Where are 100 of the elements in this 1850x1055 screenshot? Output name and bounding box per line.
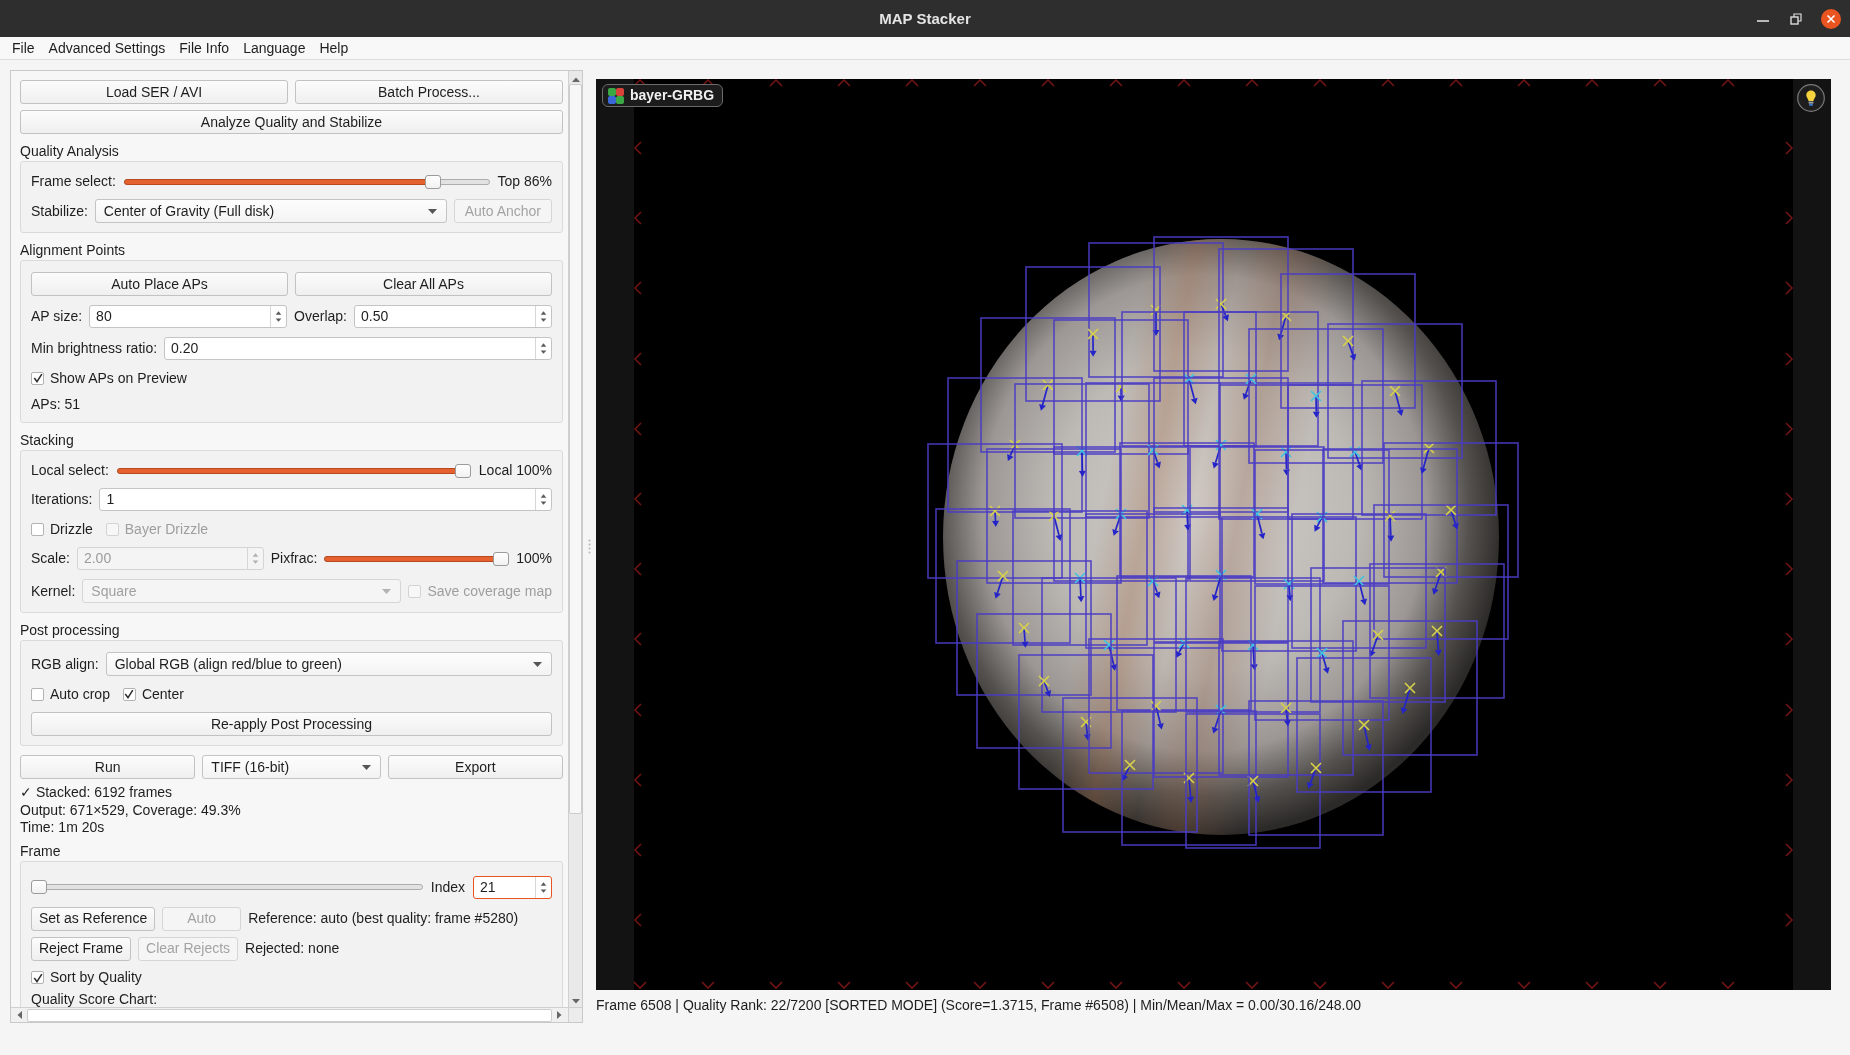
reapply-button[interactable]: Re-apply Post Processing xyxy=(31,712,552,736)
rgb-align-dropdown[interactable]: Global RGB (align red/blue to green) xyxy=(105,652,552,676)
alignment-action-button[interactable]: Auto Place APs xyxy=(31,272,288,296)
restore-icon[interactable] xyxy=(1790,12,1802,25)
frame-select-value: Top 86% xyxy=(497,173,552,190)
set-reference-button[interactable]: Set as Reference xyxy=(31,906,156,931)
vertical-scrollbar[interactable] xyxy=(568,71,582,1007)
edge-chevron-icon xyxy=(633,981,647,990)
edge-chevron-icon xyxy=(1109,981,1123,990)
edge-chevron-icon xyxy=(633,281,642,295)
pattern-label: bayer-GRBG xyxy=(630,87,715,104)
menu-item[interactable]: File Info xyxy=(172,37,237,59)
checkmark-icon xyxy=(32,373,43,383)
iterations-field[interactable]: 1 xyxy=(99,488,552,511)
rgb-align-label: RGB align: xyxy=(31,655,99,673)
index-label: Index xyxy=(430,878,465,896)
alignment-action-button[interactable]: Clear All APs xyxy=(295,272,552,296)
min-brightness-field[interactable]: 0.20 xyxy=(164,337,552,360)
stabilize-label: Stabilize: xyxy=(31,202,88,220)
minimize-icon[interactable] xyxy=(1757,18,1769,23)
index-field[interactable]: 21 xyxy=(473,875,552,899)
edge-chevron-icon xyxy=(1785,913,1794,927)
scroll-down-icon[interactable] xyxy=(570,998,581,1005)
edge-chevron-icon xyxy=(1585,79,1599,87)
edge-chevron-icon xyxy=(1381,79,1395,87)
edge-chevron-icon xyxy=(1721,981,1735,990)
checkmark-icon xyxy=(124,689,135,699)
edge-chevron-icon xyxy=(633,843,642,857)
edge-chevron-icon xyxy=(973,79,987,87)
load-file-button[interactable]: Load SER / AVI xyxy=(20,80,288,104)
lightbulb-icon[interactable] xyxy=(1797,84,1825,112)
format-dropdown[interactable]: TIFF (16-bit) xyxy=(202,755,381,779)
edge-chevron-icon xyxy=(1313,981,1327,990)
rejected-info-text: Rejected: none xyxy=(245,940,340,957)
edge-chevron-icon xyxy=(1785,773,1794,787)
menu-item[interactable]: Advanced Settings xyxy=(41,37,173,59)
show-aps-checkbox[interactable] xyxy=(31,371,44,385)
analyze-button[interactable]: Analyze Quality and Stabilize xyxy=(20,110,563,134)
edge-chevron-icon xyxy=(1785,211,1794,225)
frame-select-slider[interactable] xyxy=(123,173,490,190)
edge-chevron-icon xyxy=(633,492,642,506)
close-icon[interactable] xyxy=(1821,8,1841,29)
sort-by-quality-checkbox[interactable] xyxy=(31,971,44,984)
menu-item[interactable]: File xyxy=(5,37,42,59)
slider-handle[interactable] xyxy=(424,174,441,189)
auto-crop-label[interactable]: Auto crop xyxy=(50,685,110,703)
edge-chevron-icon xyxy=(1785,492,1794,506)
slider-handle[interactable] xyxy=(493,551,510,566)
status-bar-text: Frame 6508 | Quality Rank: 22/7200 [SORTED MODE] (Score=1.3715, Frame #6508) | Min/Mean/Max = 0.00/30.16/248.00 xyxy=(596,997,1362,1014)
sort-by-quality-label[interactable]: Sort by Quality xyxy=(50,969,142,986)
menu-item[interactable]: Help xyxy=(312,37,356,59)
edge-chevron-icon xyxy=(1041,981,1055,990)
edge-chevron-icon xyxy=(1721,79,1735,87)
reject-frame-button[interactable]: Reject Frame xyxy=(31,936,132,961)
frame-slider[interactable] xyxy=(31,879,423,895)
edge-chevron-icon xyxy=(905,79,919,87)
show-aps-label[interactable]: Show APs on Preview xyxy=(50,369,187,387)
dropdown-caret-icon[interactable] xyxy=(427,208,437,214)
min-brightness-label: Min brightness ratio: xyxy=(31,340,158,357)
frame-select-label: Frame select: xyxy=(31,173,116,190)
edge-chevron-icon xyxy=(769,981,783,990)
edge-chevron-icon xyxy=(1313,79,1327,87)
dropdown-caret-icon[interactable] xyxy=(361,764,371,770)
center-label[interactable]: Center xyxy=(141,685,184,703)
edge-chevron-icon xyxy=(1785,281,1794,295)
scroll-right-icon[interactable] xyxy=(556,1010,563,1020)
menu-item[interactable]: Language xyxy=(236,37,313,59)
run-button[interactable]: Run xyxy=(20,755,196,779)
edge-chevron-icon xyxy=(633,632,642,646)
edge-chevron-icon xyxy=(1585,981,1599,990)
edge-chevron-icon xyxy=(633,211,642,225)
scroll-left-icon[interactable] xyxy=(16,1010,23,1020)
batch-process-button[interactable]: Batch Process... xyxy=(295,80,563,104)
edge-chevron-icon xyxy=(701,981,715,990)
ap-size-field[interactable]: 80 xyxy=(89,305,288,328)
export-button[interactable]: Export xyxy=(387,755,563,779)
edge-chevron-icon xyxy=(633,422,642,436)
edge-chevron-icon xyxy=(633,352,642,366)
edge-chevron-icon xyxy=(1245,79,1259,87)
overlap-field[interactable]: 0.50 xyxy=(354,305,552,328)
local-select-slider[interactable] xyxy=(116,462,471,479)
local-select-label: Local select: xyxy=(31,462,109,479)
iterations-label: Iterations: xyxy=(31,491,93,508)
auto-crop-checkbox[interactable] xyxy=(31,687,44,701)
pixfrac-slider[interactable] xyxy=(324,550,510,567)
center-checkbox[interactable] xyxy=(122,687,136,701)
pixfrac-label: Pixfrac: xyxy=(270,550,318,567)
slider-handle[interactable] xyxy=(31,880,47,894)
ap-size-label: AP size: xyxy=(31,308,83,325)
dropdown-caret-icon[interactable] xyxy=(533,661,542,667)
edge-chevron-icon xyxy=(1653,981,1667,990)
drizzle-checkbox[interactable] xyxy=(31,522,44,536)
scrollbar-thumb[interactable] xyxy=(569,84,582,814)
drizzle-label[interactable]: Drizzle xyxy=(50,520,93,538)
kernel-label: Kernel: xyxy=(31,582,76,600)
edge-chevron-icon xyxy=(837,79,851,87)
stabilize-dropdown[interactable]: Center of Gravity (Full disk) xyxy=(94,199,447,223)
edge-chevron-icon xyxy=(1785,843,1794,857)
window-title: MAP Stacker xyxy=(879,10,971,27)
slider-handle[interactable] xyxy=(454,463,471,478)
